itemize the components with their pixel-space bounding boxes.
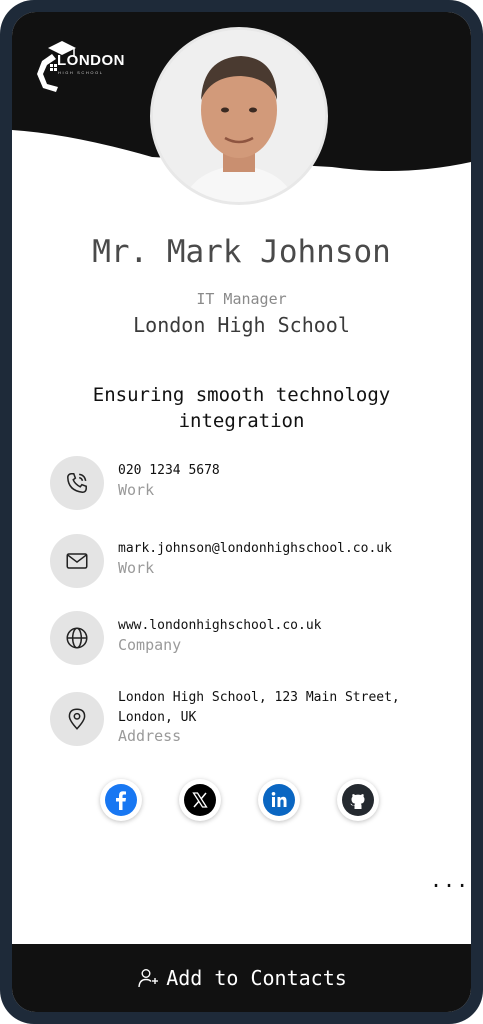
profile-organization: London High School	[133, 313, 350, 337]
contact-value[interactable]: London High School, 123 Main Street, Lon…	[118, 688, 418, 728]
location-icon-circle[interactable]	[50, 692, 104, 746]
add-user-icon	[138, 969, 159, 988]
more-options-button[interactable]: ...	[430, 868, 469, 892]
profile-role: IT Manager	[196, 290, 287, 308]
contact-value[interactable]: mark.johnson@londonhighschool.co.uk	[118, 539, 392, 559]
globe-icon-circle[interactable]	[50, 611, 104, 665]
brand-name: LONDON	[57, 52, 125, 69]
contact-label: Address	[118, 727, 182, 745]
github-icon	[342, 784, 374, 816]
contact-email[interactable]: mark.johnson@londonhighschool.co.uk Work	[50, 534, 450, 590]
profile-name: Mr. Mark Johnson	[92, 234, 391, 270]
contact-label: Work	[118, 559, 155, 577]
phone-icon	[67, 473, 87, 493]
facebook-icon	[105, 784, 137, 816]
globe-icon	[66, 627, 88, 649]
device-frame: LONDON HIGH SCHOOL Mr. Mark Johnson IT M…	[0, 0, 483, 1024]
brand-subtitle: HIGH SCHOOL	[58, 70, 104, 75]
contact-phone[interactable]: 020 1234 5678 Work	[50, 456, 450, 512]
mail-icon-circle[interactable]	[50, 534, 104, 588]
contact-label: Company	[118, 636, 182, 654]
profile-tagline: Ensuring smooth technology integration	[92, 384, 391, 432]
github-button[interactable]	[337, 779, 379, 821]
screen: LONDON HIGH SCHOOL Mr. Mark Johnson IT M…	[12, 12, 471, 1012]
contact-value[interactable]: 020 1234 5678	[118, 461, 220, 481]
contact-address[interactable]: London High School, 123 Main Street, Lon…	[50, 690, 450, 760]
add-to-contacts-button[interactable]: Add to Contacts	[12, 944, 471, 1012]
social-links	[100, 779, 390, 823]
location-pin-icon	[68, 708, 86, 730]
phone-icon-circle[interactable]	[50, 456, 104, 510]
mail-icon	[66, 553, 88, 569]
avatar	[150, 27, 328, 205]
linkedin-icon	[263, 784, 295, 816]
facebook-button[interactable]	[100, 779, 142, 821]
linkedin-button[interactable]	[258, 779, 300, 821]
x-icon	[184, 784, 216, 816]
contact-label: Work	[118, 481, 155, 499]
contact-value[interactable]: www.londonhighschool.co.uk	[118, 616, 322, 636]
contact-website[interactable]: www.londonhighschool.co.uk Company	[50, 611, 450, 667]
person-photo-icon	[153, 30, 325, 202]
x-button[interactable]	[179, 779, 221, 821]
add-to-contacts-label: Add to Contacts	[166, 966, 347, 990]
